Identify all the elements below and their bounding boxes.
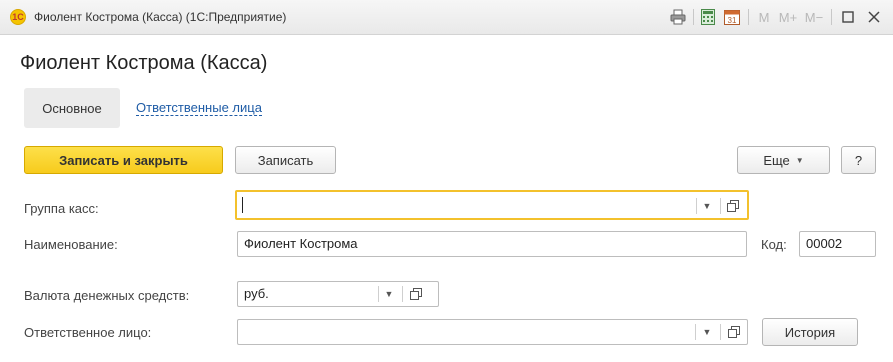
tab-main[interactable]: Основное — [24, 88, 120, 128]
field-separator — [695, 324, 696, 340]
close-icon[interactable] — [864, 7, 884, 27]
chevron-down-icon[interactable]: ▼ — [379, 282, 399, 306]
calendar-day: 31 — [728, 16, 737, 25]
calculator-icon[interactable] — [698, 7, 718, 27]
field-separator — [402, 286, 403, 302]
field-separator — [720, 324, 721, 340]
more-button-label: Еще — [763, 152, 790, 168]
open-form-icon[interactable] — [724, 320, 744, 344]
memory-plus-button[interactable]: M+ — [777, 7, 799, 27]
field-separator — [720, 198, 721, 214]
open-form-icon[interactable] — [406, 282, 426, 306]
name-field[interactable]: Фиолент Кострома — [237, 231, 747, 257]
window-title: Фиолент Кострома (Касса) (1С:Предприятие… — [34, 10, 287, 24]
code-field[interactable]: 00002 — [799, 231, 876, 257]
maximize-icon[interactable] — [838, 7, 858, 27]
name-value: Фиолент Кострома — [244, 236, 358, 251]
currency-label: Валюта денежных средств: — [24, 288, 190, 303]
save-and-close-button[interactable]: Записать и закрыть — [24, 146, 223, 174]
toolbar-separator — [831, 9, 832, 25]
chevron-down-icon[interactable]: ▼ — [697, 194, 717, 218]
more-button[interactable]: Еще ▼ — [737, 146, 830, 174]
group-label: Группа касс: — [24, 201, 99, 216]
memory-minus-button[interactable]: M− — [803, 7, 825, 27]
chevron-down-icon[interactable]: ▼ — [697, 320, 717, 344]
app-logo-icon[interactable]: 1С — [10, 9, 26, 25]
currency-field[interactable]: руб. ▼ — [237, 281, 439, 307]
print-icon[interactable] — [668, 7, 688, 27]
toolbar-separator — [693, 9, 694, 25]
currency-value: руб. — [244, 286, 269, 301]
name-label: Наименование: — [24, 237, 118, 252]
responsible-label: Ответственное лицо: — [24, 325, 152, 340]
memory-m-button[interactable]: M — [756, 7, 772, 27]
responsible-field[interactable]: ▼ — [237, 319, 748, 345]
text-cursor — [242, 197, 243, 213]
code-value: 00002 — [806, 236, 843, 251]
history-button[interactable]: История — [762, 318, 858, 346]
chevron-down-icon: ▼ — [795, 155, 804, 165]
help-button[interactable]: ? — [841, 146, 876, 174]
code-label: Код: — [761, 237, 787, 252]
save-button[interactable]: Записать — [235, 146, 336, 174]
form-title: Фиолент Кострома (Касса) — [20, 52, 268, 74]
tab-responsible-persons[interactable]: Ответственные лица — [136, 100, 262, 116]
window-titlebar: 1С Фиолент Кострома (Касса) (1С:Предприя… — [0, 0, 893, 35]
group-field[interactable]: ▼ — [235, 190, 749, 220]
open-form-icon[interactable] — [723, 194, 743, 218]
toolbar-separator — [748, 9, 749, 25]
calendar-icon[interactable]: 31 — [722, 7, 742, 27]
